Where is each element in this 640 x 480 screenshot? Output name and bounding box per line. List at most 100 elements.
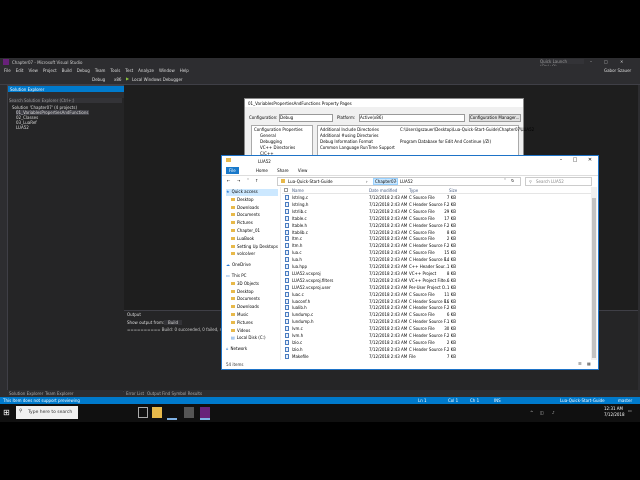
menu-item[interactable]: Help (180, 68, 189, 73)
nav-pane-item[interactable]: Chapter_01 (231, 228, 260, 235)
tree-item[interactable]: General (260, 133, 276, 138)
project-item[interactable]: LUA52 (16, 125, 29, 130)
explorer-minimize-button[interactable]: – (556, 157, 566, 164)
nav-pane-item[interactable]: Pictures (231, 220, 253, 227)
ribbon-tab-file[interactable]: File (226, 167, 239, 174)
column-size[interactable]: Size (449, 188, 457, 193)
nav-pane-item[interactable]: Desktop (231, 289, 254, 296)
nav-pane-item[interactable]: ⌂ Network (226, 346, 247, 353)
tree-item[interactable]: Debugging (260, 139, 282, 144)
menu-item[interactable]: File (4, 68, 11, 73)
nav-pane-item[interactable]: ▤ Local Disk (C:) (231, 335, 266, 342)
menu-item[interactable]: View (28, 68, 38, 73)
output-source-select[interactable]: Build (164, 320, 183, 325)
ribbon-tab-home[interactable]: Home (256, 168, 268, 173)
vs-minimize-button[interactable]: – (590, 59, 592, 64)
solution-explorer-search-input[interactable]: Search Solution Explorer (Ctrl+;) (9, 98, 122, 103)
tree-item[interactable]: Configuration Properties (254, 127, 303, 132)
tab-team-explorer[interactable]: Team Explorer (45, 391, 74, 396)
large-icons-view-icon[interactable]: ▦ (587, 361, 591, 366)
explorer-close-button[interactable]: ✕ (585, 157, 595, 164)
nav-pane-item[interactable]: 3D Objects (231, 281, 259, 288)
nav-pane-item[interactable]: ▭ This PC (226, 273, 246, 280)
status-repo[interactable]: Lua-Quick-Start-Guide (560, 398, 605, 403)
refresh-icon[interactable]: ↻ (511, 178, 514, 183)
taskbar-search-box[interactable]: ⚲ Type here to search (16, 406, 78, 419)
tab-solution-explorer[interactable]: Solution Explorer (9, 391, 43, 396)
configuration-manager-button[interactable]: Configuration Manager... (469, 114, 521, 122)
nav-pane-item[interactable]: Downloads (231, 304, 259, 311)
file-row[interactable]: Makefile 7/12/2018 2:43 AM File 7 KB (282, 353, 592, 360)
menu-item[interactable]: Analyze (138, 68, 154, 73)
address-bar[interactable]: Lua-Quick-Start-Guide › Chapter07 › LUA5… (277, 177, 521, 186)
nav-pane-item[interactable]: Desktop (231, 197, 254, 204)
file-date: 7/12/2018 2:43 AM (369, 291, 408, 297)
task-view-icon[interactable] (138, 407, 148, 418)
column-date-modified[interactable]: Date modified (369, 188, 397, 193)
quick-launch-input[interactable]: Quick Launch (Ctrl+Q) (540, 59, 584, 69)
app-taskbar-icon[interactable] (184, 407, 194, 418)
notifications-icon[interactable]: ▭ (628, 408, 632, 413)
column-name[interactable]: Name (292, 188, 304, 193)
ribbon-tab-view[interactable]: View (298, 168, 308, 173)
nav-pane-item[interactable]: ★ Quick access (226, 189, 278, 196)
address-dropdown-icon[interactable]: ˅ (504, 178, 506, 183)
nav-pane-item[interactable]: Pictures (231, 320, 253, 327)
menu-item[interactable]: Team (95, 68, 106, 73)
menu-item[interactable]: Window (159, 68, 175, 73)
configuration-select[interactable]: Debug (279, 114, 333, 122)
tab-error-list[interactable]: Error List (126, 391, 144, 396)
menu-item[interactable]: Edit (16, 68, 24, 73)
recent-locations-chevron-icon[interactable]: ˅ (247, 178, 249, 183)
nav-pane-item[interactable]: Setting Up Desktops (231, 244, 278, 251)
network-icon[interactable]: ◫ (540, 410, 544, 415)
solution-config-select[interactable]: Debug (92, 77, 105, 82)
details-view-icon[interactable]: ☰ (578, 361, 582, 366)
property-row[interactable]: Common Language RunTime Support (320, 145, 516, 151)
explorer-maximize-button[interactable]: □ (570, 157, 580, 164)
nav-pane-item[interactable]: LuaBook (231, 236, 254, 243)
start-debugger-button[interactable]: Local Windows Debugger (132, 77, 183, 82)
forward-arrow-icon[interactable]: → (237, 178, 240, 183)
ribbon-tab-share[interactable]: Share (277, 168, 289, 173)
status-char: Ch 1 (470, 398, 480, 403)
tab-output[interactable]: Output (147, 391, 161, 396)
menu-item[interactable]: Test (125, 68, 133, 73)
tray-up-arrow-icon[interactable]: ^ (530, 410, 533, 415)
volume-icon[interactable]: ♪ (552, 410, 555, 415)
explorer-search-input[interactable]: ⚲ Search LUA52 (525, 177, 592, 186)
windows-start-icon[interactable]: ⊞ (3, 408, 10, 417)
vs-close-button[interactable]: ✕ (620, 59, 623, 64)
tab-find-symbol-results[interactable]: Find Symbol Results (162, 391, 202, 396)
platform-select[interactable]: Active(x86) (359, 114, 465, 122)
vs-maximize-button[interactable]: □ (604, 59, 608, 64)
up-arrow-icon[interactable]: ↑ (255, 178, 258, 183)
menu-item[interactable]: Tools (110, 68, 120, 73)
nav-pane-item[interactable]: Documents (231, 296, 260, 303)
status-branch[interactable]: master (618, 398, 632, 403)
back-arrow-icon[interactable]: ← (227, 178, 230, 183)
taskbar-time[interactable]: 12:31 AM (604, 406, 623, 411)
breadcrumb-item[interactable]: LUA52 (400, 179, 413, 184)
nav-pane-item[interactable]: ☁ OneDrive (226, 262, 251, 269)
user-name[interactable]: Gabor Szauer (604, 68, 631, 73)
nav-pane-item[interactable]: Videos (231, 328, 250, 335)
start-debug-icon[interactable]: ▶ (126, 76, 129, 81)
file-explorer-taskbar-icon[interactable] (152, 407, 162, 418)
app-taskbar-icon[interactable] (167, 407, 177, 420)
scrollbar-thumb[interactable] (592, 198, 596, 358)
nav-pane-item[interactable]: Downloads (231, 205, 259, 212)
menu-item[interactable]: Debug (77, 68, 90, 73)
taskbar-date[interactable]: 7/12/2018 (604, 412, 625, 417)
nav-pane-item[interactable]: volcolver (231, 251, 255, 258)
select-all-checkbox[interactable] (284, 188, 288, 192)
menu-item[interactable]: Project (43, 68, 57, 73)
column-type[interactable]: Type (409, 188, 418, 193)
nav-pane-item[interactable]: Documents (231, 212, 260, 219)
breadcrumb-item[interactable]: Lua-Quick-Start-Guide (288, 179, 333, 184)
visual-studio-taskbar-icon[interactable] (200, 407, 210, 420)
nav-pane-item[interactable]: Music (231, 312, 248, 319)
menu-item[interactable]: Build (62, 68, 72, 73)
solution-platform-select[interactable]: x86 (114, 77, 121, 82)
tree-item[interactable]: VC++ Directories (260, 145, 295, 150)
